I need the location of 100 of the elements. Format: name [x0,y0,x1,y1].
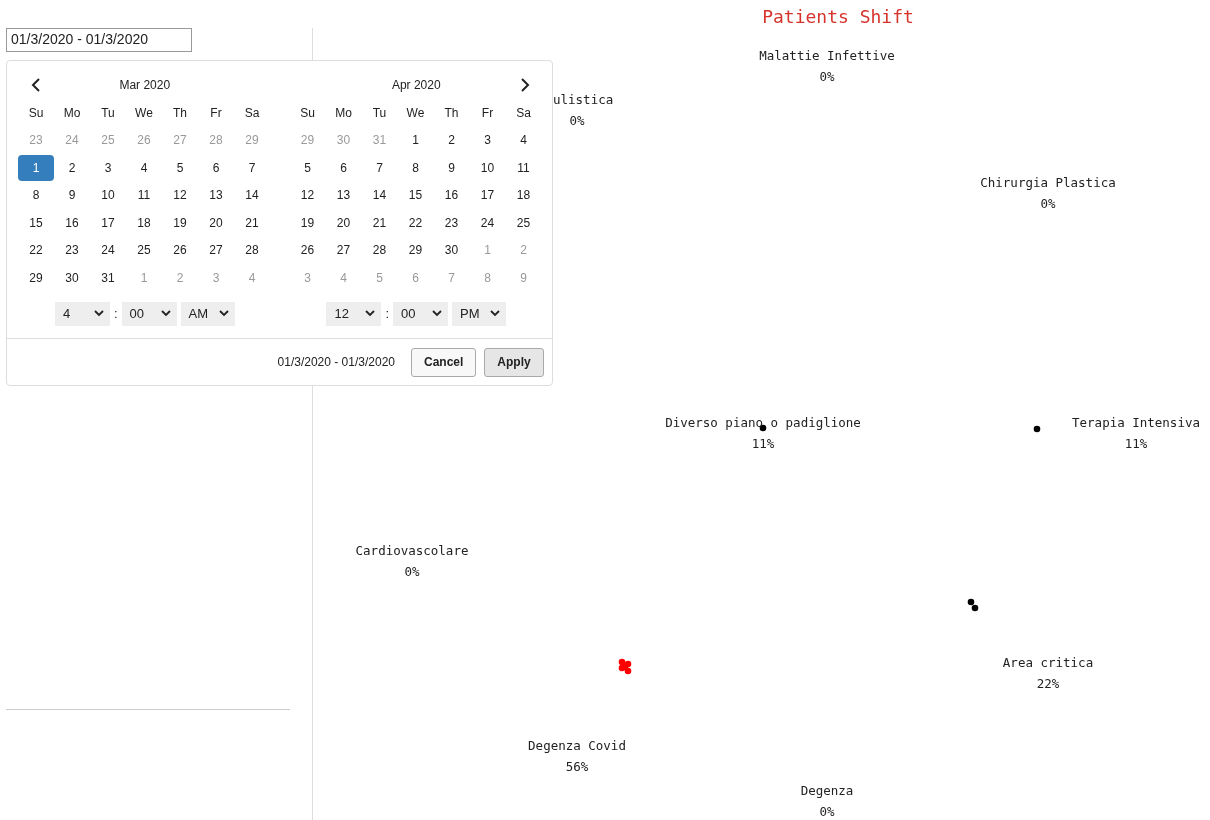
weekday-label: Sa [515,104,532,122]
group-label: ulistica [553,92,614,107]
calendar-day[interactable]: 12 [289,182,326,208]
calendar-day[interactable]: 12 [162,182,198,208]
group-percentage: 0% [819,804,835,819]
calendar-day[interactable]: 6 [325,155,362,181]
weekday-label: Mo [62,104,82,122]
calendar-day[interactable]: 24 [469,210,506,236]
hour-select[interactable]: 4 [54,301,110,326]
weekday-label: Th [172,104,188,122]
calendar-day[interactable]: 27 [325,237,362,263]
chevron-left-icon[interactable] [31,78,41,92]
minute-select[interactable]: 00 [393,301,449,326]
calendar-day[interactable]: 9 [54,182,90,208]
calendar-day[interactable]: 15 [397,182,434,208]
calendar-day[interactable]: 23 [54,237,90,263]
calendar-day[interactable]: 7 [361,155,398,181]
minute-select[interactable]: 00 [121,301,177,326]
weekday-label: Th [443,104,460,122]
calendar-day[interactable]: 9 [433,155,470,181]
caret-icon [160,310,171,317]
calendar-day[interactable]: 16 [54,210,90,236]
calendar-day[interactable]: 29 [397,237,434,263]
calendar-day[interactable]: 18 [126,210,162,236]
cancel-button[interactable]: Cancel [411,347,476,377]
calendar-day[interactable]: 16 [433,182,470,208]
weekday-label: We [134,104,154,122]
calendar-day[interactable]: 29 [18,265,54,291]
calendar-day[interactable]: 28 [361,237,398,263]
calendar-day[interactable]: 20 [198,210,234,236]
calendar-day[interactable]: 5 [289,155,326,181]
apply-button[interactable]: Apply [484,347,544,377]
time-separator: : [385,306,390,321]
group-percentage: 0% [819,69,835,84]
calendar-day[interactable]: 20 [325,210,362,236]
group-percentage: 0% [404,564,420,579]
calendar-day[interactable]: 19 [162,210,198,236]
group-label: Cardiovascolare [355,543,469,558]
calendar-day[interactable]: 3 [90,155,126,181]
time-separator: : [113,306,118,321]
calendar-day[interactable]: 6 [198,155,234,181]
calendar-day[interactable]: 26 [162,237,198,263]
group-label: Chirurgia Plastica [980,175,1116,190]
calendar-day[interactable]: 30 [54,265,90,291]
weekday-label: Fr [209,104,223,122]
month-title: Mar 2020 [118,78,172,92]
calendar-day[interactable]: 11 [126,182,162,208]
chevron-right-icon[interactable] [520,78,530,92]
calendar-day[interactable]: 19 [289,210,326,236]
group-percentage: 0% [1040,196,1056,211]
calendar-day[interactable]: 3 [469,127,506,153]
calendar-day[interactable]: 21 [361,210,398,236]
calendar-day[interactable]: 11 [505,155,542,181]
calendar-day[interactable]: 10 [90,182,126,208]
calendar-day[interactable]: 1 [397,127,434,153]
group-percentage: 0% [569,113,585,128]
calendar-day[interactable]: 14 [361,182,398,208]
calendar-day[interactable]: 1 [18,155,54,181]
calendar-day[interactable]: 15 [18,210,54,236]
calendar-day[interactable]: 13 [325,182,362,208]
calendar-day[interactable]: 26 [289,237,326,263]
group-label: Terapia Intensiva [1072,415,1200,430]
calendar-day[interactable]: 2 [54,155,90,181]
weekday-label: We [405,104,426,122]
calendar-day[interactable]: 7 [234,155,270,181]
calendar-day[interactable]: 31 [90,265,126,291]
weekday-label: Tu [100,104,116,122]
calendar-day[interactable]: 10 [469,155,506,181]
calendar-day[interactable]: 4 [126,155,162,181]
calendar-day[interactable]: 25 [505,210,542,236]
group-label: Malattie Infettive [759,48,895,63]
calendar-day[interactable]: 21 [234,210,270,236]
calendar-day[interactable]: 23 [433,210,470,236]
calendar-day[interactable]: 17 [469,182,506,208]
calendar-day[interactable]: 5 [162,155,198,181]
calendar-day[interactable]: 4 [505,127,542,153]
calendar-day[interactable]: 27 [198,237,234,263]
ampm-select[interactable]: AM [180,301,235,326]
calendar-day[interactable]: 25 [126,237,162,263]
group-percentage: 22% [1036,676,1060,691]
calendar-day[interactable]: 2 [433,127,470,153]
calendar-day[interactable]: 22 [18,237,54,263]
calendar-day[interactable]: 28 [234,237,270,263]
calendar-day[interactable]: 8 [18,182,54,208]
ampm-select[interactable]: PM [452,301,507,326]
calendar-day[interactable]: 22 [397,210,434,236]
calendar-day[interactable]: 24 [90,237,126,263]
calendar-day[interactable]: 8 [397,155,434,181]
hour-select[interactable]: 12 [326,301,382,326]
date-range-field[interactable]: 01/3/2020 - 01/3/2020 [6,28,192,52]
weekday-label: Mo [334,104,353,122]
month-title: Apr 2020 [390,78,442,92]
calendar-day[interactable]: 17 [90,210,126,236]
group-percentage: 11% [1124,436,1148,451]
calendar-day[interactable]: 18 [505,182,542,208]
group-label: Degenza [800,783,854,798]
weekday-label: Fr [480,104,495,122]
calendar-day[interactable]: 30 [433,237,470,263]
calendar-day[interactable]: 13 [198,182,234,208]
calendar-day[interactable]: 14 [234,182,270,208]
